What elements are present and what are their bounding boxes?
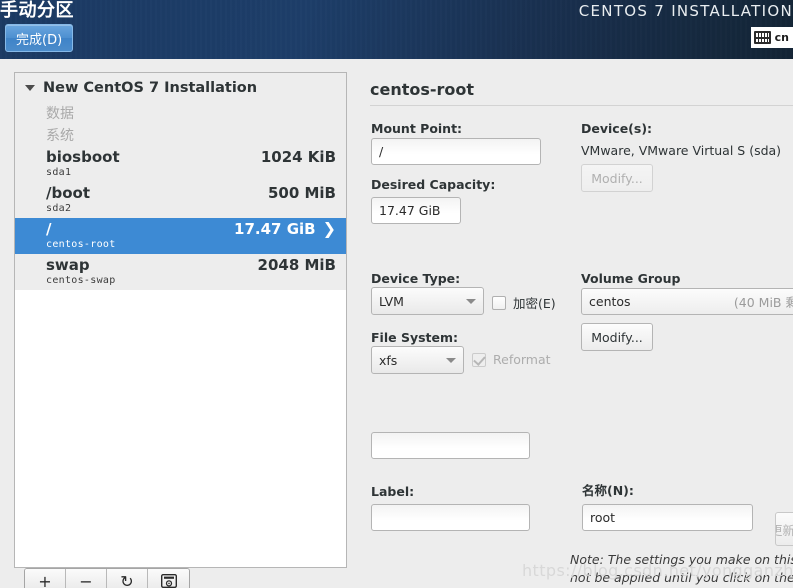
reformat-checkbox[interactable]: Reformat <box>472 352 551 367</box>
remove-partition-button[interactable]: − <box>66 569 107 588</box>
checkbox-box-icon <box>492 295 506 310</box>
device-type-select[interactable]: LVM <box>371 287 484 315</box>
desired-capacity-input[interactable]: 17.47 GiB <box>371 197 461 224</box>
page-title: 手动分区 <box>0 0 74 21</box>
partition-device: sda1 <box>46 167 72 178</box>
note-text: Note: The settings you make on this scre… <box>570 552 793 586</box>
label-input-hidden <box>371 432 530 459</box>
installer-window: 手动分区 完成(D) CENTOS 7 INSTALLATION cn New … <box>0 0 793 588</box>
partition-list-panel[interactable]: New CentOS 7 Installation 数据 系统 biosboot… <box>14 72 347 568</box>
chevron-down-icon <box>466 298 476 304</box>
encrypt-label: 加密(E) <box>513 296 556 311</box>
volume-group-modify-button[interactable]: Modify... <box>581 323 653 351</box>
partition-name: biosboot <box>46 148 120 166</box>
partition-device: centos-root <box>46 239 116 250</box>
encrypt-checkbox[interactable]: 加密(E) <box>492 293 556 312</box>
mount-point-input[interactable]: / <box>371 138 541 165</box>
partition-name: / <box>46 220 52 238</box>
volume-group-select[interactable]: centos (40 MiB 剩 <box>581 288 793 315</box>
disk-summary-button[interactable] <box>148 569 189 588</box>
list-item[interactable]: swap 2048 MiB centos-swap <box>15 254 346 290</box>
section-label-data: 数据 <box>15 102 346 124</box>
product-name: CENTOS 7 INSTALLATION <box>578 2 793 20</box>
desired-capacity-label: Desired Capacity: <box>371 177 496 192</box>
update-settings-button[interactable]: 更新设置 <box>775 512 793 546</box>
device-type-label: Device Type: <box>371 271 461 286</box>
partition-size: 17.47 GiB <box>234 220 316 238</box>
list-item[interactable]: biosboot 1024 KiB sda1 <box>15 146 346 182</box>
checkbox-checked-icon <box>472 352 486 367</box>
keyboard-icon <box>753 31 771 44</box>
chevron-down-icon <box>446 357 456 363</box>
partition-size: 500 MiB <box>267 184 336 202</box>
label-input[interactable] <box>371 504 530 531</box>
partition-size: 2048 MiB <box>257 256 336 274</box>
detail-divider <box>370 105 793 106</box>
reset-partition-button[interactable]: ↻ <box>107 569 148 588</box>
collapse-triangle-icon[interactable] <box>25 85 35 91</box>
volume-group-free-space: (40 MiB 剩 <box>733 295 793 310</box>
keyboard-layout-indicator[interactable]: cn <box>750 27 793 48</box>
name-label: 名称(N): <box>582 483 634 498</box>
name-input[interactable]: root <box>582 504 753 531</box>
devices-modify-button[interactable]: Modify... <box>581 164 653 192</box>
installation-group-header[interactable]: New CentOS 7 Installation <box>15 73 346 102</box>
partition-detail-pane: centos-root Mount Point: / Desired Capac… <box>360 72 793 588</box>
volume-group-label: Volume Group <box>581 271 681 286</box>
partition-list: New CentOS 7 Installation 数据 系统 biosboot… <box>15 73 346 530</box>
installation-group-label: New CentOS 7 Installation <box>43 80 258 96</box>
section-label-system: 系统 <box>15 124 346 146</box>
chevron-right-icon: ❯ <box>322 219 336 238</box>
partition-list-empty-space <box>15 290 346 530</box>
reformat-label: Reformat <box>493 352 551 367</box>
add-partition-button[interactable]: + <box>25 569 66 588</box>
list-item-selected[interactable]: / 17.47 GiB ❯ centos-root <box>15 218 346 254</box>
keyboard-layout-label: cn <box>774 31 789 44</box>
device-type-value: LVM <box>379 293 404 309</box>
partition-device: centos-swap <box>46 275 116 286</box>
devices-value: VMware, VMware Virtual S (sda) <box>581 143 782 158</box>
header-bar: 手动分区 完成(D) CENTOS 7 INSTALLATION cn <box>0 0 793 59</box>
volume-group-value: centos <box>589 294 631 309</box>
done-button[interactable]: 完成(D) <box>5 24 74 52</box>
devices-label: Device(s): <box>581 121 653 136</box>
mount-point-label: Mount Point: <box>371 121 463 136</box>
partition-name: swap <box>46 256 90 274</box>
detail-title: centos-root <box>370 80 475 99</box>
label-label: Label: <box>371 484 415 499</box>
partition-name: /boot <box>46 184 90 202</box>
file-system-value: xfs <box>379 352 398 368</box>
file-system-label: File System: <box>371 330 459 345</box>
file-system-select[interactable]: xfs <box>371 346 464 374</box>
list-item[interactable]: /boot 500 MiB sda2 <box>15 182 346 218</box>
partition-toolbar: + − ↻ <box>24 568 190 588</box>
partition-size: 1024 KiB <box>260 148 336 166</box>
partition-device: sda2 <box>46 203 72 214</box>
